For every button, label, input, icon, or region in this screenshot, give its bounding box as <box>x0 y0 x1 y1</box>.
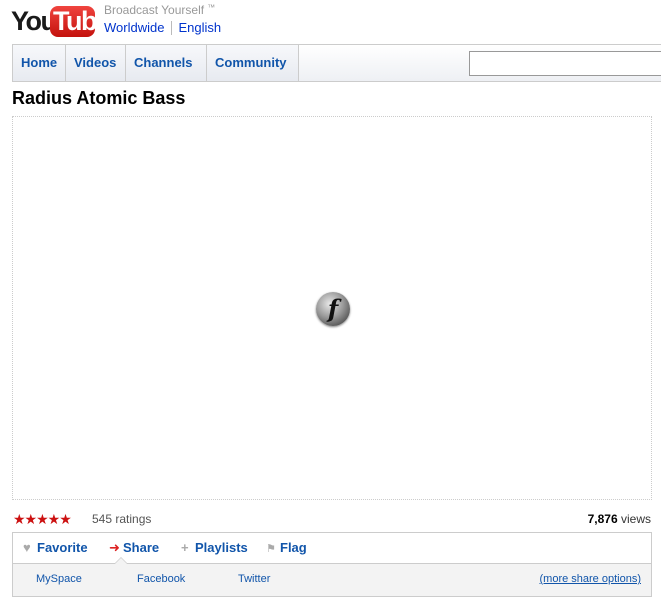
view-count: 7,876 views <box>588 512 651 526</box>
locale-divider <box>171 20 173 35</box>
youtube-logo[interactable]: You Tube <box>10 4 111 38</box>
plus-icon: + <box>181 540 189 555</box>
video-player[interactable]: f <box>12 116 652 500</box>
rating-stars[interactable]: ★★★★★ <box>13 511 72 528</box>
search-input[interactable] <box>469 51 661 76</box>
nav-tab-home[interactable]: Home <box>12 45 66 81</box>
video-title: Radius Atomic Bass <box>12 88 186 108</box>
favorite-label: Favorite <box>37 540 88 555</box>
video-actions-bar: ♥ Favorite ➜ Share + Playlists ⚑ Flag <box>12 532 652 563</box>
view-count-label: views <box>617 512 651 526</box>
playlists-label: Playlists <box>195 540 248 555</box>
favorite-button[interactable]: ♥ Favorite <box>23 533 88 563</box>
adobe-flash-icon[interactable]: f <box>316 292 350 326</box>
share-label: Share <box>123 540 160 555</box>
nav-tab-community[interactable]: Community <box>207 45 299 81</box>
share-panel: MySpace Facebook Twitter (more share opt… <box>12 563 652 597</box>
tagline: Broadcast Yourself ™ <box>104 3 215 17</box>
flash-glyph: f <box>327 294 339 323</box>
share-facebook-link[interactable]: Facebook <box>137 573 185 585</box>
region-link[interactable]: Worldwide <box>104 20 164 35</box>
rating-count: 545 ratings <box>92 512 152 526</box>
share-myspace-link[interactable]: MySpace <box>36 573 82 585</box>
locale-links: Worldwide English <box>104 20 221 37</box>
logo-you-text: You <box>11 6 57 36</box>
playlists-button[interactable]: + Playlists <box>181 533 248 563</box>
flag-button[interactable]: ⚑ Flag <box>266 533 307 563</box>
nav-tab-channels[interactable]: Channels <box>126 45 207 81</box>
share-panel-pointer <box>114 557 128 564</box>
trademark-mark: ™ <box>207 3 216 12</box>
language-link[interactable]: English <box>178 20 221 35</box>
tagline-text: Broadcast Yourself <box>104 3 205 17</box>
share-twitter-link[interactable]: Twitter <box>238 573 270 585</box>
view-count-number: 7,876 <box>587 512 618 526</box>
flag-label: Flag <box>280 540 307 555</box>
heart-icon: ♥ <box>23 540 31 555</box>
flag-icon: ⚑ <box>266 543 276 555</box>
more-share-options-link[interactable]: (more share options) <box>540 573 642 585</box>
nav-tab-videos[interactable]: Videos <box>66 45 126 81</box>
logo-tube-text: Tube <box>53 6 111 36</box>
